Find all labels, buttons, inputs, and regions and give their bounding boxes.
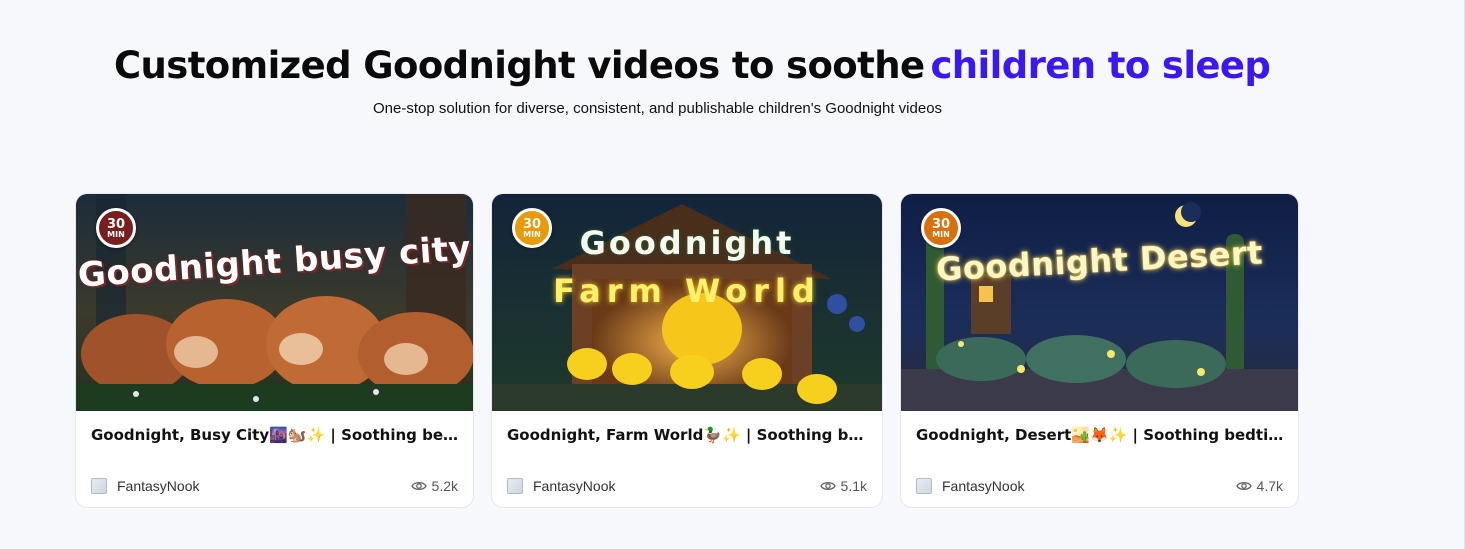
video-meta: FantasyNook 4.7k	[916, 478, 1283, 494]
author[interactable]: FantasyNook	[507, 478, 615, 494]
duration-badge: 30 MIN	[921, 208, 961, 248]
author-name[interactable]: FantasyNook	[117, 478, 199, 494]
video-card-busy-city[interactable]: Goodnight busy city 30 MIN Goodnight, Bu…	[75, 193, 474, 508]
views-value: 4.7k	[1256, 478, 1283, 494]
badge-unit: MIN	[107, 229, 125, 239]
views-value: 5.1k	[840, 478, 867, 494]
video-title[interactable]: Goodnight, Desert🏜️🦊✨ | Soothing bedtime	[916, 426, 1284, 444]
video-thumbnail[interactable]: Goodnight busy city 30 MIN	[76, 194, 473, 411]
view-count: 5.2k	[410, 478, 458, 494]
author-name[interactable]: FantasyNook	[533, 478, 615, 494]
views-value: 5.2k	[431, 478, 458, 494]
hero-headline: Customized Goodnight videos to soothe chi…	[114, 44, 1271, 87]
thumbnail-title-line2: Farm World	[553, 272, 821, 310]
video-card-desert[interactable]: Goodnight Desert 30 MIN Goodnight, Deser…	[900, 193, 1299, 508]
badge-unit: MIN	[932, 229, 950, 239]
badge-unit: MIN	[523, 229, 541, 239]
eye-icon	[819, 481, 836, 491]
broken-image-icon	[91, 478, 107, 494]
video-thumbnail[interactable]: Goodnight Desert 30 MIN	[901, 194, 1298, 411]
video-meta: FantasyNook 5.2k	[91, 478, 458, 494]
eye-icon	[410, 481, 427, 491]
video-title[interactable]: Goodnight, Farm World🦆✨ | Soothing bedti…	[507, 426, 868, 444]
eye-icon	[1235, 481, 1252, 491]
duration-badge: 30 MIN	[512, 208, 552, 248]
view-count: 5.1k	[819, 478, 867, 494]
video-meta: FantasyNook 5.1k	[507, 478, 867, 494]
badge-number: 30	[931, 216, 951, 232]
view-count: 4.7k	[1235, 478, 1283, 494]
badge-number: 30	[106, 216, 126, 232]
badge-number: 30	[522, 216, 542, 232]
broken-image-icon	[916, 478, 932, 494]
headline-main: Customized Goodnight videos to soothe	[114, 44, 925, 87]
broken-image-icon	[507, 478, 523, 494]
author[interactable]: FantasyNook	[916, 478, 1024, 494]
author[interactable]: FantasyNook	[91, 478, 199, 494]
duration-badge: 30 MIN	[96, 208, 136, 248]
author-name[interactable]: FantasyNook	[942, 478, 1024, 494]
headline-accent: children to sleep	[930, 44, 1271, 87]
hero-subtitle: One-stop solution for diverse, consisten…	[373, 100, 943, 117]
video-card-farm-world[interactable]: Goodnight Farm World 30 MIN Goodnight, F…	[491, 193, 883, 508]
video-thumbnail[interactable]: Goodnight Farm World 30 MIN	[492, 194, 882, 411]
video-title[interactable]: Goodnight, Busy City🌆🐿️✨ | Soothing bedt…	[91, 426, 459, 444]
